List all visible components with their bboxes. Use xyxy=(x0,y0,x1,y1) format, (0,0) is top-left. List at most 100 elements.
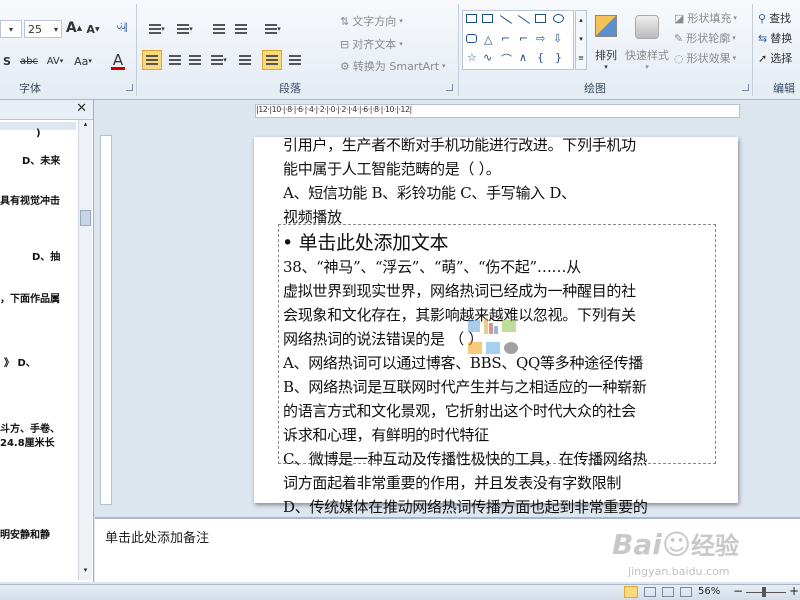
outline-line[interactable]: D、抽 xyxy=(32,248,60,263)
oval-shape-icon[interactable] xyxy=(553,14,564,23)
zoom-level[interactable]: 56% xyxy=(698,586,720,597)
justify-button[interactable]: ▾ xyxy=(206,50,232,70)
arrow-shape-icon[interactable] xyxy=(517,15,531,24)
numbering-button[interactable]: ▾ xyxy=(172,20,198,38)
zoom-out-button[interactable]: − xyxy=(733,584,743,598)
chevron-down-icon[interactable]: ▾ xyxy=(80,566,91,578)
clear-format-button[interactable]: ꕝ xyxy=(112,18,132,38)
right-arrow-shape-icon[interactable]: ⇨ xyxy=(536,32,545,45)
insert-picture-icon[interactable] xyxy=(468,342,482,354)
down-arrow-shape-icon[interactable]: ⇩ xyxy=(553,32,562,45)
rounded-rect-shape-icon[interactable] xyxy=(466,34,477,43)
text-direction-ltr-button[interactable] xyxy=(262,50,282,70)
star-shape-icon[interactable]: ☆ xyxy=(467,51,477,64)
align-center-button[interactable] xyxy=(166,50,184,70)
insert-clipart-icon[interactable] xyxy=(486,342,500,354)
outline-line[interactable]: 24.8厘米长 xyxy=(0,434,55,449)
notes-placeholder[interactable]: 单击此处添加备注 xyxy=(105,527,209,546)
align-left-button[interactable] xyxy=(142,50,162,70)
decrease-indent-button[interactable] xyxy=(210,20,228,38)
increase-indent-button[interactable] xyxy=(232,20,250,38)
add-text-placeholder[interactable]: • 单击此处添加文本 xyxy=(282,228,449,255)
strikethrough-button[interactable]: abc xyxy=(18,52,40,70)
char-spacing-button[interactable]: AV ▾ xyxy=(42,52,68,70)
align-text-button[interactable]: ⊟ 对齐文本 ▾ xyxy=(340,36,420,52)
left-brace-shape-icon[interactable]: { xyxy=(537,51,544,64)
triangle-shape-icon[interactable]: △ xyxy=(484,33,492,46)
font-color-button[interactable]: A xyxy=(104,50,132,72)
slide-text-line[interactable]: B、网络热词是互联网时代产生并与之相适应的一种崭新 xyxy=(283,376,647,397)
slide-text-line[interactable]: 会现象和文化存在，其影响越来越难以忽视。下列有关 xyxy=(283,304,636,325)
bullets-button[interactable]: ▾ xyxy=(144,20,170,38)
shapes-gallery-scroll[interactable]: ▴ ▾ ≡ xyxy=(575,10,587,70)
curved-connector-icon[interactable]: ⌐ xyxy=(519,32,528,45)
columns-button[interactable] xyxy=(236,50,254,70)
shrink-font-button[interactable]: A ▼ xyxy=(86,20,100,38)
insert-smartart-icon[interactable] xyxy=(502,320,516,332)
outline-line[interactable]: D、未来 xyxy=(22,152,60,167)
slide-text-line[interactable]: 能中属于人工智能范畴的是（ ）。 xyxy=(283,158,501,179)
slide-text-line[interactable]: A、短信功能 B、彩铃功能 C、手写输入 D、 xyxy=(283,182,576,203)
shape-fill-button[interactable]: ◪ 形状填充 ▾ xyxy=(674,10,748,26)
slide-text-line[interactable]: 引用户，生产者不断对手机功能进行改进。下列手机功 xyxy=(283,134,636,155)
convert-smartart-button[interactable]: ⚙ 转换为 SmartArt ▾ xyxy=(340,58,454,74)
font-dialog-launcher[interactable] xyxy=(126,84,133,91)
font-name-combobox[interactable]: ▾ xyxy=(0,20,22,38)
insert-table-icon[interactable] xyxy=(468,320,480,332)
scrollbar-thumb[interactable] xyxy=(80,210,91,226)
normal-view-button[interactable] xyxy=(624,586,638,598)
insert-media-icon[interactable] xyxy=(504,342,518,354)
text-shadow-button[interactable]: S xyxy=(0,52,14,70)
outline-line[interactable]: 》 D、 xyxy=(4,354,36,369)
right-brace-shape-icon[interactable]: } xyxy=(555,51,562,64)
slide-text-line[interactable]: 词方面起着非常重要的作用，并且发表没有字数限制 xyxy=(283,472,621,493)
zoom-slider-track[interactable] xyxy=(746,592,786,593)
arrange-button[interactable]: 排列 ▾ xyxy=(590,10,622,76)
line-spacing-button[interactable]: ▾ xyxy=(260,20,286,38)
freeform-shape-icon[interactable]: ∧ xyxy=(519,51,527,64)
reading-view-button[interactable] xyxy=(662,587,674,597)
chevron-up-icon[interactable]: ▴ xyxy=(80,120,91,132)
arc-shape-icon[interactable]: ⌒ xyxy=(501,51,512,67)
slide-text-line[interactable]: 的语言方式和文化景观，它折射出这个时代大众的社会 xyxy=(283,400,636,421)
rectangle-shape-icon[interactable] xyxy=(535,14,546,23)
outline-line[interactable]: ) xyxy=(36,128,41,139)
grow-font-button[interactable]: A ▲ xyxy=(66,18,82,38)
close-icon[interactable]: ✕ xyxy=(76,101,87,116)
slide-text-line[interactable]: 诉求和心理，有鲜明的时代特征 xyxy=(283,424,489,445)
insert-chart-icon[interactable] xyxy=(484,318,488,334)
shape-outline-button[interactable]: ✎ 形状轮廓 ▾ xyxy=(674,30,748,46)
slide-sorter-button[interactable] xyxy=(644,587,656,597)
zoom-slider-thumb[interactable] xyxy=(762,587,766,597)
select-button[interactable]: ➚ 选择 xyxy=(758,50,800,66)
outline-scrollbar[interactable]: ▴ ▾ xyxy=(78,120,92,580)
outline-line[interactable]: ，下面作品属 xyxy=(0,290,60,305)
zoom-in-button[interactable]: + xyxy=(789,584,799,598)
quick-styles-button[interactable]: 快速样式 ▾ xyxy=(624,10,670,76)
line-shape-icon[interactable] xyxy=(499,15,513,24)
curve-shape-icon[interactable]: ∿ xyxy=(483,51,492,64)
paragraph-dialog-launcher[interactable] xyxy=(446,84,453,91)
outline-line[interactable]: 明安静和静 xyxy=(0,526,50,541)
slide-text-line[interactable]: C、微博是一种互动及传播性极快的工具，在传播网络热 xyxy=(283,448,647,469)
text-direction-rtl-button[interactable] xyxy=(286,50,304,70)
slide-text-line[interactable]: 虚拟世界到现实世界，网络热词已经成为一种醒目的社 xyxy=(283,280,636,301)
outline-line[interactable]: 斗方、手卷、 xyxy=(0,420,60,435)
slideshow-button[interactable] xyxy=(680,587,692,597)
shapes-gallery[interactable]: △ ⌐ ⌐ ⇨ ⇩ ☆ ∿ ⌒ ∧ { } xyxy=(462,10,574,70)
slide-text-line[interactable]: D、传统媒体在推动网络热词传播方面也起到非常重要的 xyxy=(283,496,648,517)
slide-text-line[interactable]: A、网络热词可以通过博客、BBS、QQ等多种途径传播 xyxy=(283,352,643,373)
align-right-button[interactable] xyxy=(186,50,204,70)
slide-text-line[interactable]: 网络热词的说法错误的是 （ ） xyxy=(283,328,483,349)
text-direction-button[interactable]: ⇅ 文字方向 ▾ xyxy=(340,13,420,29)
find-button[interactable]: ⚲ 查找 xyxy=(758,10,800,26)
shape-effects-button[interactable]: ◌ 形状效果 ▾ xyxy=(674,50,748,66)
change-case-button[interactable]: Aa ▾ xyxy=(70,52,96,70)
font-size-combobox[interactable]: 25 ▾ xyxy=(24,20,62,38)
outline-line[interactable]: 具有视觉冲击 xyxy=(0,192,60,207)
vertical-textbox-shape-icon[interactable] xyxy=(482,14,493,23)
textbox-shape-icon[interactable] xyxy=(466,14,477,23)
replace-button[interactable]: ⇆ 替换 xyxy=(758,30,800,46)
drawing-dialog-launcher[interactable] xyxy=(742,84,749,91)
slide-text-line[interactable]: 38、“神马”、“浮云”、“萌”、“伤不起”……从 xyxy=(283,256,581,277)
